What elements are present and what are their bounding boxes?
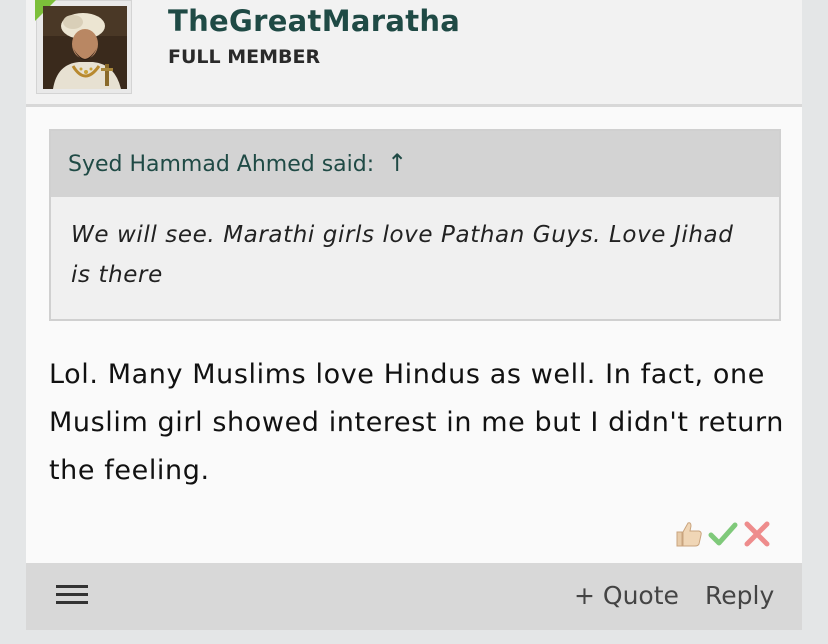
reaction-bar bbox=[673, 517, 773, 551]
quote-author-label: Syed Hammad Ahmed said: bbox=[68, 152, 375, 177]
user-title: FULL MEMBER bbox=[168, 46, 321, 68]
x-icon[interactable] bbox=[741, 518, 773, 550]
hamburger-menu-icon[interactable] bbox=[56, 585, 90, 609]
message-text: Lol. Many Muslims love Hindus as well. I… bbox=[49, 359, 784, 486]
post-header: TheGreatMaratha FULL MEMBER bbox=[26, 0, 802, 107]
quote-button[interactable]: + Quote bbox=[574, 581, 679, 610]
go-to-original-icon[interactable]: ↑ bbox=[387, 149, 407, 177]
quote-block: Syed Hammad Ahmed said: ↑ We will see. M… bbox=[49, 129, 781, 321]
avatar[interactable] bbox=[43, 6, 127, 89]
username-link[interactable]: TheGreatMaratha bbox=[168, 4, 460, 38]
avatar-frame[interactable] bbox=[35, 0, 132, 94]
quote-attribution: Syed Hammad Ahmed said: ↑ bbox=[68, 149, 407, 177]
quote-text: We will see. Marathi girls love Pathan G… bbox=[71, 222, 734, 288]
reply-button[interactable]: Reply bbox=[705, 581, 774, 610]
check-icon[interactable] bbox=[707, 518, 739, 550]
post-footer: + Quote Reply bbox=[26, 563, 802, 630]
post-body: Syed Hammad Ahmed said: ↑ We will see. M… bbox=[26, 107, 802, 563]
forum-post: TheGreatMaratha FULL MEMBER Syed Hammad … bbox=[26, 0, 802, 630]
thumbs-up-icon[interactable] bbox=[673, 518, 705, 550]
quote-header: Syed Hammad Ahmed said: ↑ bbox=[51, 131, 779, 197]
